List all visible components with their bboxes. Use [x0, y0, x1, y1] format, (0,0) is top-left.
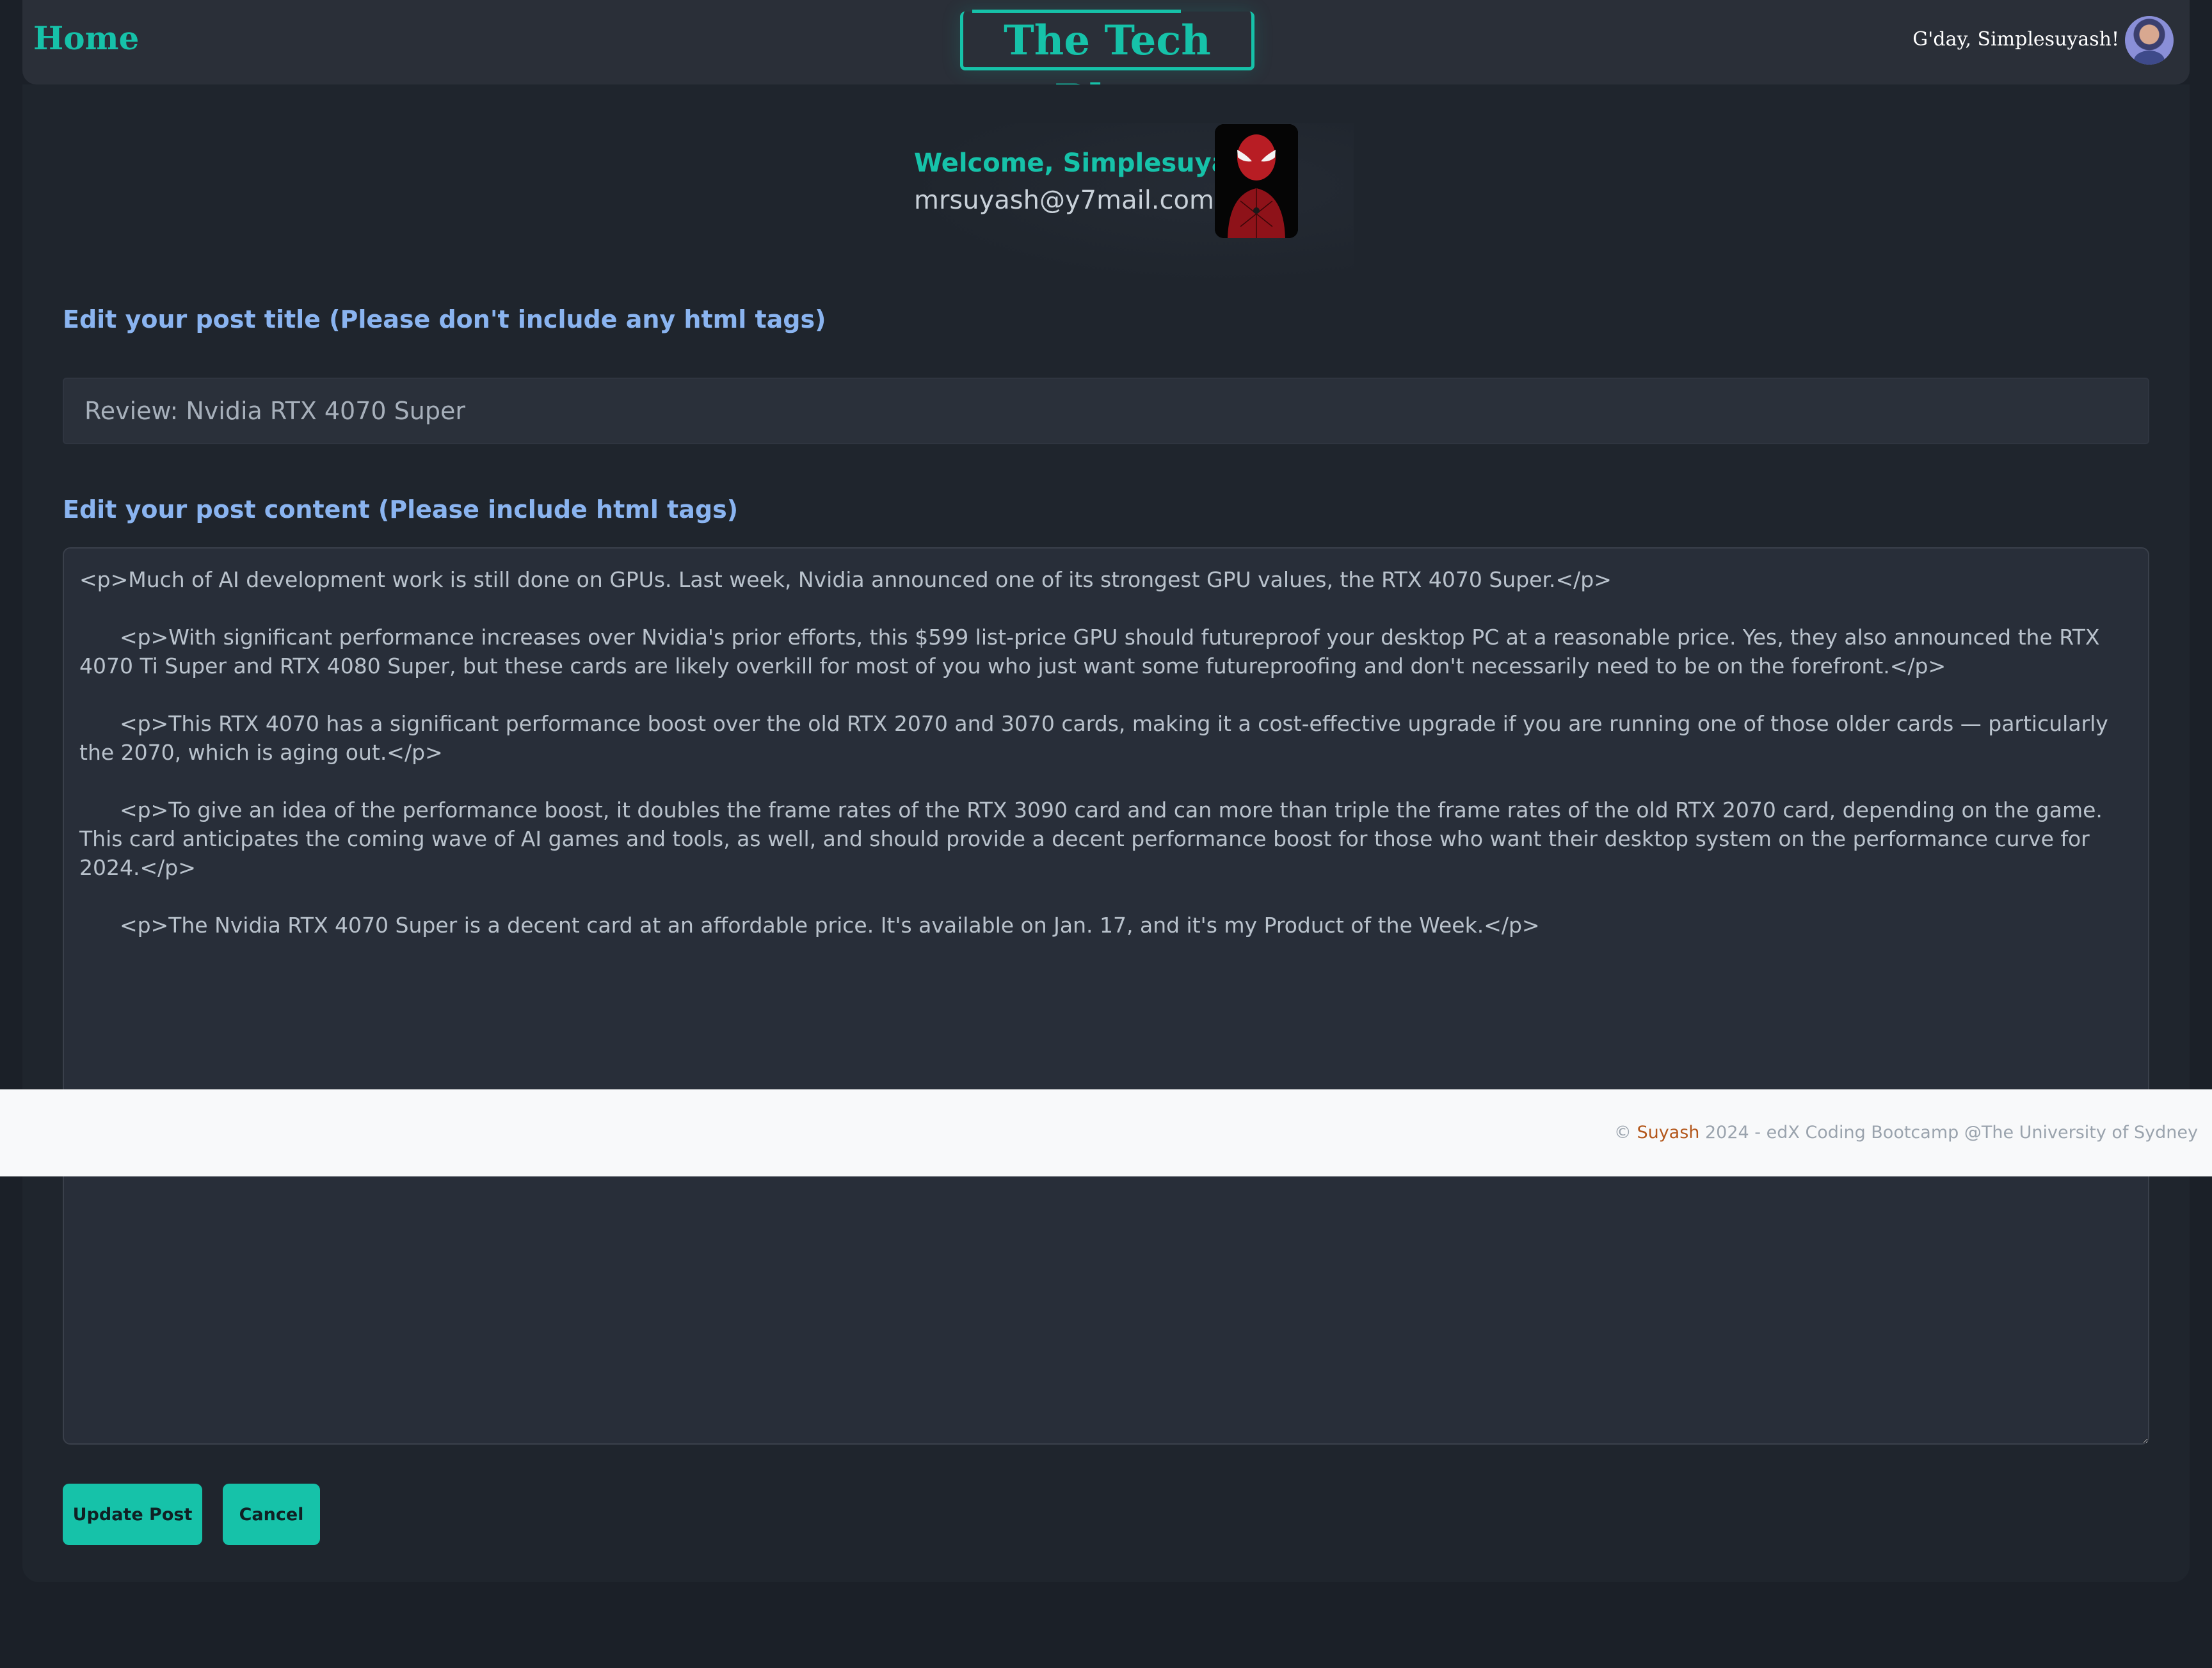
user-avatar[interactable]: [2125, 16, 2174, 65]
copyright-icon: ©: [1614, 1123, 1631, 1143]
footer: © Suyash 2024 - edX Coding Bootcamp @The…: [0, 1089, 2212, 1176]
post-title-input[interactable]: [63, 378, 2149, 444]
home-link[interactable]: Home: [33, 19, 139, 57]
post-content-textarea[interactable]: <p>Much of AI development work is still …: [63, 547, 2149, 1445]
navbar: Home The Tech Blog G'day, Simplesuyash!: [22, 0, 2190, 124]
edit-post-card: Welcome, Simplesuyash! mrsuyash@y7mail.c…: [22, 84, 2190, 1582]
post-title-label: Edit your post title (Please don't inclu…: [63, 305, 826, 333]
footer-author-link[interactable]: Suyash: [1637, 1123, 1699, 1143]
post-content-label: Edit your post content (Please include h…: [63, 495, 739, 524]
profile-picture: [1215, 124, 1298, 238]
avatar-shirt: [2134, 51, 2165, 65]
brand-accent-line: [972, 10, 1181, 13]
cancel-button[interactable]: Cancel: [223, 1484, 320, 1545]
user-greeting: G'day, Simplesuyash!: [1912, 28, 2119, 51]
footer-credit: 2024 - edX Coding Bootcamp @The Universi…: [1699, 1123, 2198, 1143]
user-email: mrsuyash@y7mail.com: [914, 186, 1214, 215]
brand-logo[interactable]: The Tech Blog: [960, 10, 1254, 124]
footer-copyright: © Suyash 2024 - edX Coding Bootcamp @The…: [1614, 1123, 2198, 1143]
update-post-button[interactable]: Update Post: [63, 1484, 202, 1545]
spiderman-icon: [1215, 124, 1298, 238]
